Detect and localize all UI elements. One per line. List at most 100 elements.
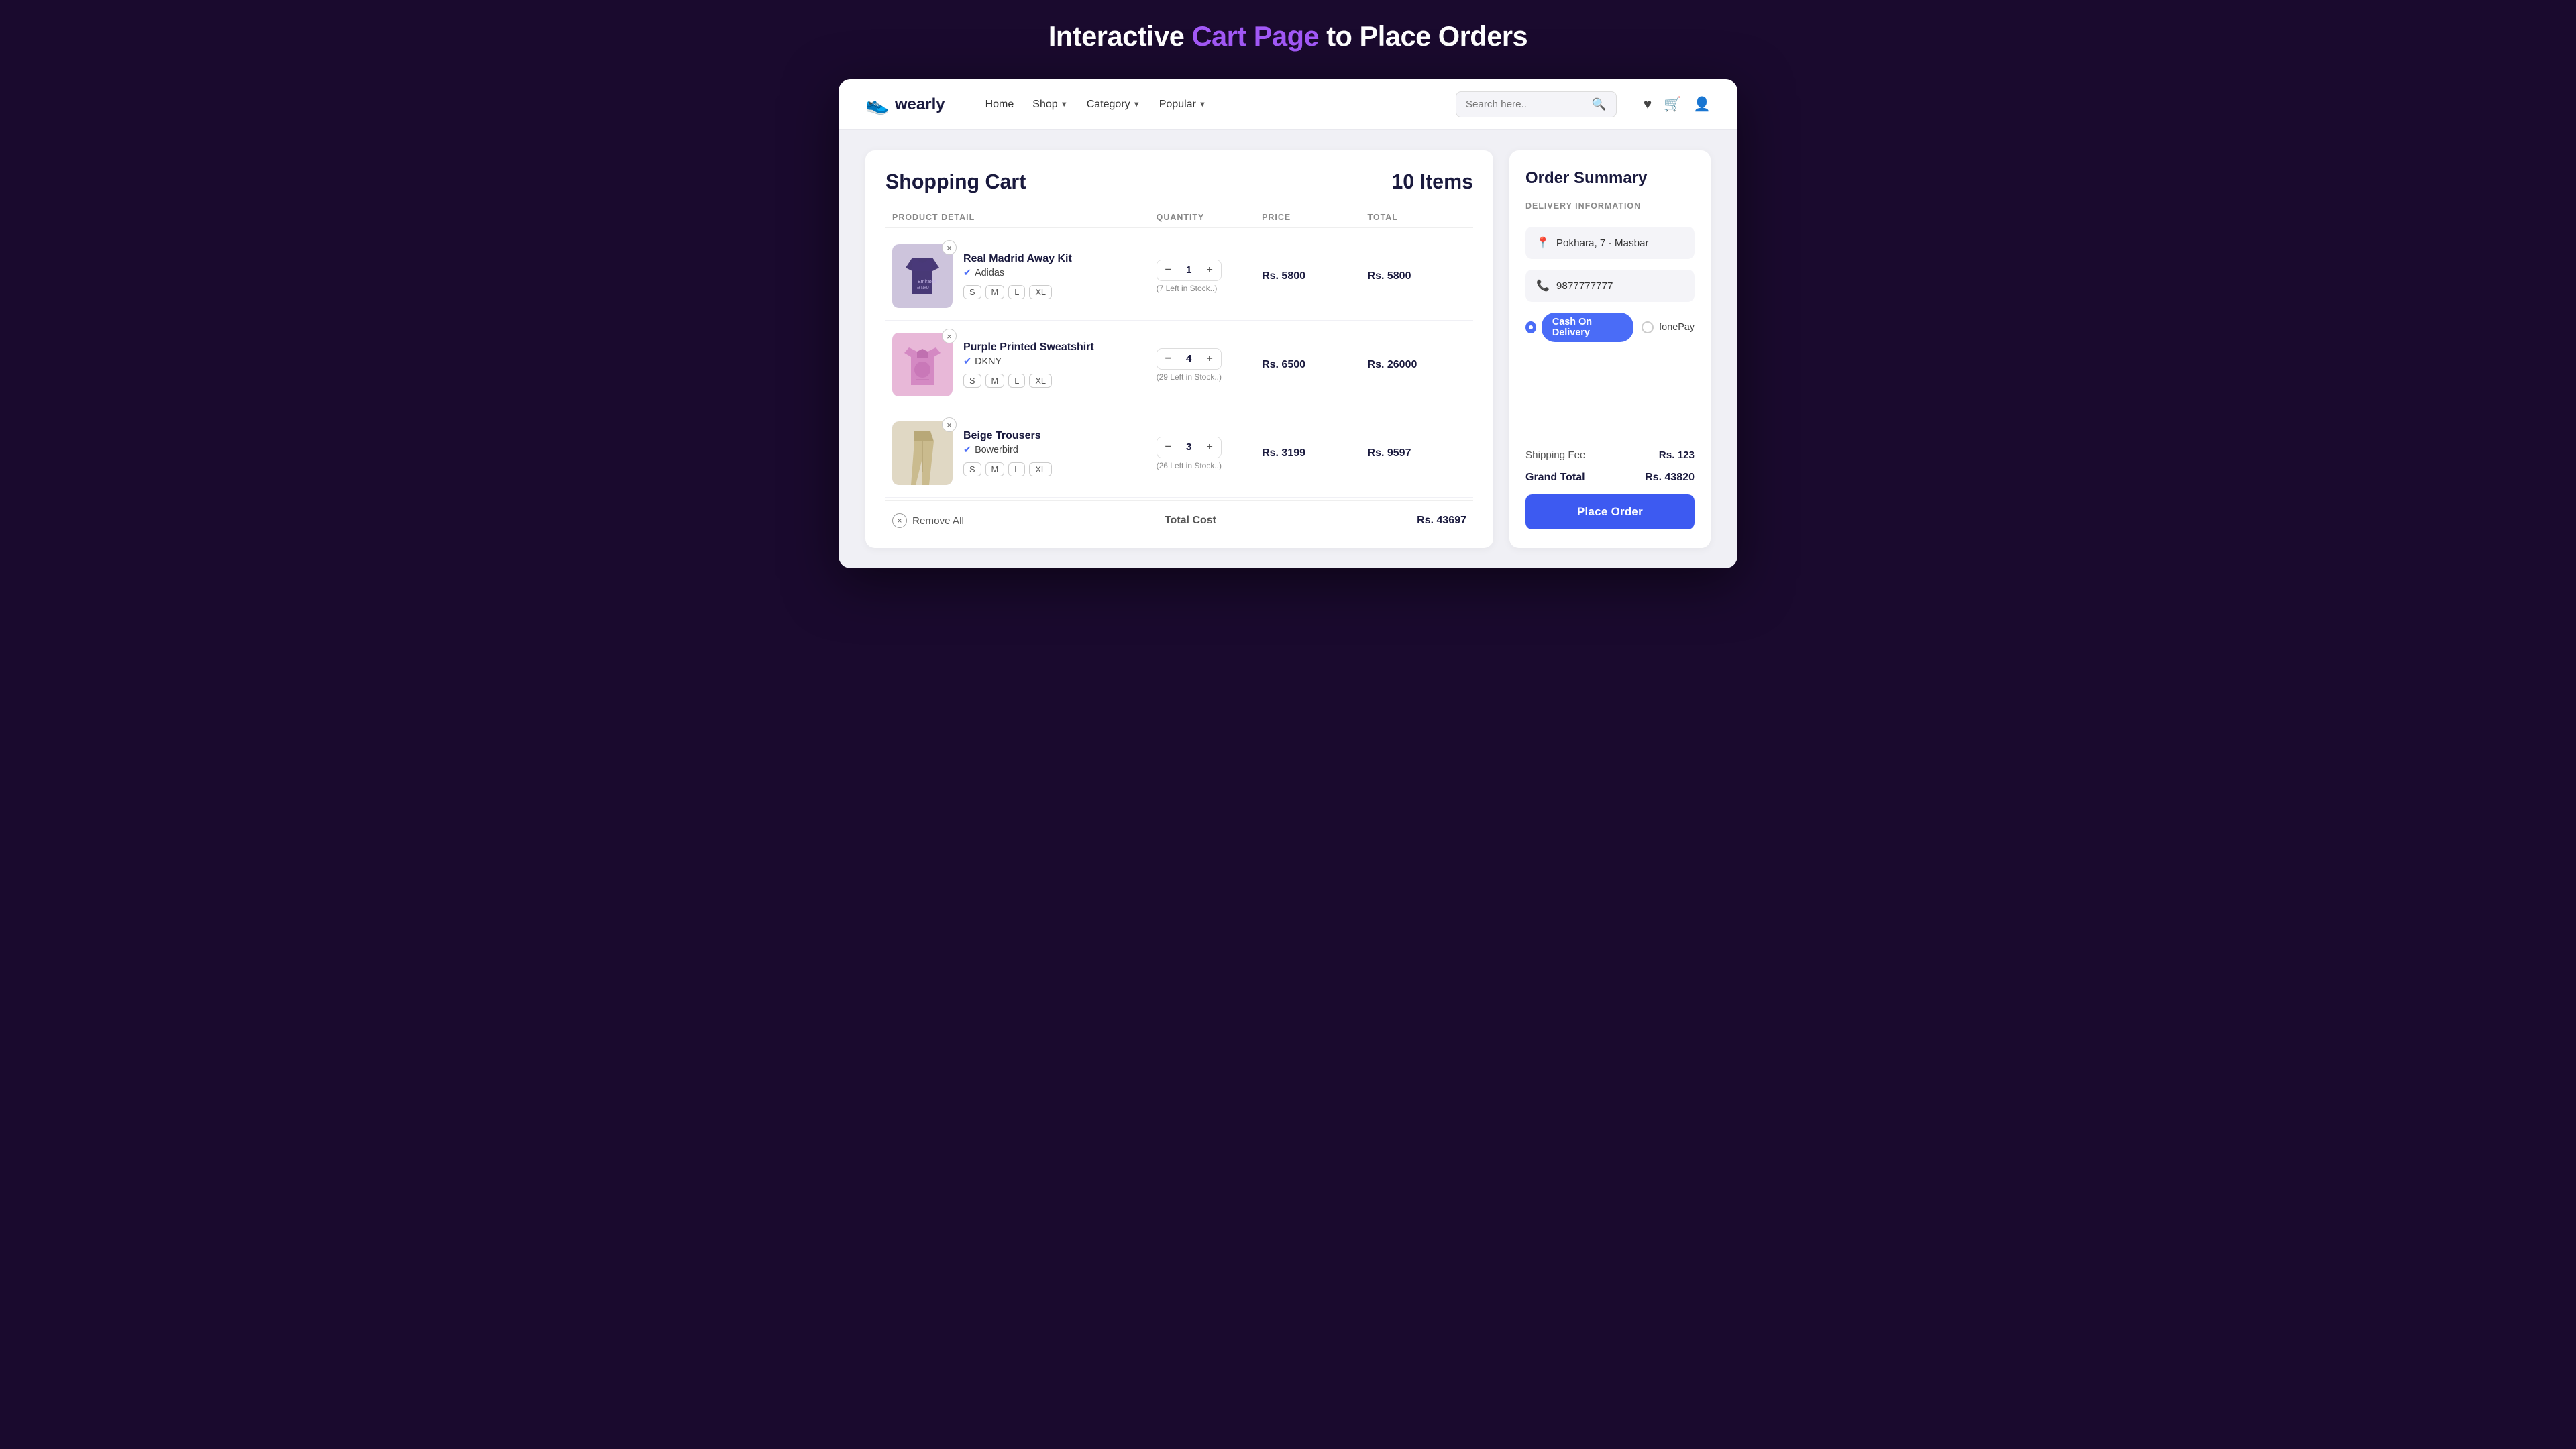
fonepay-option[interactable]: fonePay [1642,321,1695,333]
col-total: TOTAL [1368,213,1473,222]
size-options-1: S M L XL [963,285,1072,299]
nav-links: Home Shop ▼ Category ▼ Popular ▼ [985,99,1436,111]
brand-check-icon-3: ✔ [963,445,971,455]
grand-total-row: Grand Total Rs. 43820 [1525,472,1695,484]
total-cost-label: Total Cost [1165,515,1216,527]
item-count: 10 Items [1391,170,1473,194]
svg-text:Emirates: Emirates [918,280,936,284]
size-m-3[interactable]: M [985,462,1005,476]
nav-home[interactable]: Home [985,99,1014,111]
wishlist-icon[interactable]: ♥ [1644,97,1652,113]
size-m-2[interactable]: M [985,374,1005,388]
qty-increase-3[interactable]: + [1198,437,1220,458]
size-l-3[interactable]: L [1008,462,1025,476]
title-prefix: Interactive [1049,20,1192,52]
cash-label: Cash On Delivery [1542,313,1633,342]
shop-arrow-icon: ▼ [1061,101,1068,109]
qty-value-1: 1 [1179,260,1198,280]
qty-value-2: 4 [1179,349,1198,368]
product-details-2: Purple Printed Sweatshirt ✔ DKNY S M L X… [963,341,1094,388]
payment-options: Cash On Delivery fonePay [1525,313,1695,342]
size-s-2[interactable]: S [963,374,981,388]
stock-info-1: (7 Left in Stock..) [1157,284,1218,293]
phone-icon: 📞 [1536,279,1550,292]
cash-on-delivery-option[interactable]: Cash On Delivery [1525,313,1633,342]
size-s-3[interactable]: S [963,462,981,476]
total-3: Rs. 9597 [1368,447,1473,460]
browser-frame: 👟 wearly Home Shop ▼ Category ▼ Popular … [839,79,1737,568]
nav-popular[interactable]: Popular ▼ [1159,99,1206,111]
product-details-1: Real Madrid Away Kit ✔ Adidas S M L XL [963,253,1072,299]
logo[interactable]: 👟 wearly [865,93,945,116]
place-order-button[interactable]: Place Order [1525,494,1695,529]
product-image-1: Emirates of NYU [892,244,953,308]
cart-icon[interactable]: 🛒 [1664,97,1681,113]
remove-item-3-button[interactable]: × [942,417,957,432]
size-l-1[interactable]: L [1008,285,1025,299]
phone-text: 9877777777 [1556,280,1613,292]
remove-item-1-button[interactable]: × [942,240,957,255]
address-field: 📍 Pokhara, 7 - Masbar [1525,227,1695,259]
nav-category[interactable]: Category ▼ [1087,99,1140,111]
size-l-2[interactable]: L [1008,374,1025,388]
col-price: PRICE [1262,213,1367,222]
price-1: Rs. 5800 [1262,270,1367,282]
qty-value-3: 3 [1179,437,1198,457]
cart-section: Shopping Cart 10 Items PRODUCT DETAIL QU… [865,150,1493,548]
svg-text:of NYU: of NYU [917,286,929,290]
grand-total-label: Grand Total [1525,472,1585,484]
total-cost-value: Rs. 43697 [1417,515,1466,527]
remove-item-2-button[interactable]: × [942,329,957,343]
qty-increase-2[interactable]: + [1198,349,1220,369]
col-quantity: QUANTITY [1157,213,1262,222]
total-1: Rs. 5800 [1368,270,1473,282]
search-input[interactable] [1466,99,1587,110]
page-title: Interactive Cart Page to Place Orders [1049,20,1527,52]
order-summary: Order Summary DELIVERY INFORMATION 📍 Pok… [1509,150,1711,548]
size-options-3: S M L XL [963,462,1052,476]
user-icon[interactable]: 👤 [1693,97,1711,113]
remove-all-icon: × [892,513,907,528]
qty-decrease-3[interactable]: − [1157,437,1179,458]
cash-radio-active [1525,321,1536,333]
grand-total-value: Rs. 43820 [1645,472,1695,484]
quantity-control-1: − 1 + (7 Left in Stock..) [1157,260,1262,293]
stock-info-3: (26 Left in Stock..) [1157,461,1222,470]
category-arrow-icon: ▼ [1133,101,1140,109]
product-brand-2: ✔ DKNY [963,356,1094,367]
fonepay-label: fonePay [1659,322,1695,333]
col-product: PRODUCT DETAIL [892,213,1157,222]
remove-all-button[interactable]: × Remove All [892,513,964,528]
qty-increase-1[interactable]: + [1198,260,1220,280]
product-name-2: Purple Printed Sweatshirt [963,341,1094,354]
search-button[interactable]: 🔍 [1592,97,1607,111]
product-image-wrap-3: × [892,421,953,485]
table-header: PRODUCT DETAIL QUANTITY PRICE TOTAL [885,207,1473,228]
size-xl-2[interactable]: XL [1029,374,1052,388]
size-xl-1[interactable]: XL [1029,285,1052,299]
brand-check-icon-2: ✔ [963,356,971,367]
product-info-1: Emirates of NYU × Real Madrid Away Kit ✔… [892,244,1157,308]
product-image-2 [892,333,953,396]
stock-info-2: (29 Left in Stock..) [1157,372,1222,382]
phone-field: 📞 9877777777 [1525,270,1695,302]
popular-arrow-icon: ▼ [1199,101,1206,109]
logo-text: wearly [895,95,945,114]
shipping-fee-label: Shipping Fee [1525,449,1586,461]
size-s-1[interactable]: S [963,285,981,299]
qty-decrease-1[interactable]: − [1157,260,1179,280]
size-m-1[interactable]: M [985,285,1005,299]
cart-header: Shopping Cart 10 Items [885,170,1473,194]
qty-buttons-3: − 3 + [1157,437,1222,458]
total-2: Rs. 26000 [1368,359,1473,371]
table-row: × Purple Printed Sweatshirt ✔ DKNY S M [885,321,1473,409]
summary-title: Order Summary [1525,169,1695,188]
qty-decrease-2[interactable]: − [1157,349,1179,369]
shipping-fee-value: Rs. 123 [1659,449,1695,461]
product-brand-3: ✔ Bowerbird [963,445,1052,455]
size-xl-3[interactable]: XL [1029,462,1052,476]
cart-footer: × Remove All Total Cost Rs. 43697 [885,500,1473,528]
nav-shop[interactable]: Shop ▼ [1032,99,1067,111]
title-suffix: to Place Orders [1319,20,1527,52]
main-content: Shopping Cart 10 Items PRODUCT DETAIL QU… [839,130,1737,548]
